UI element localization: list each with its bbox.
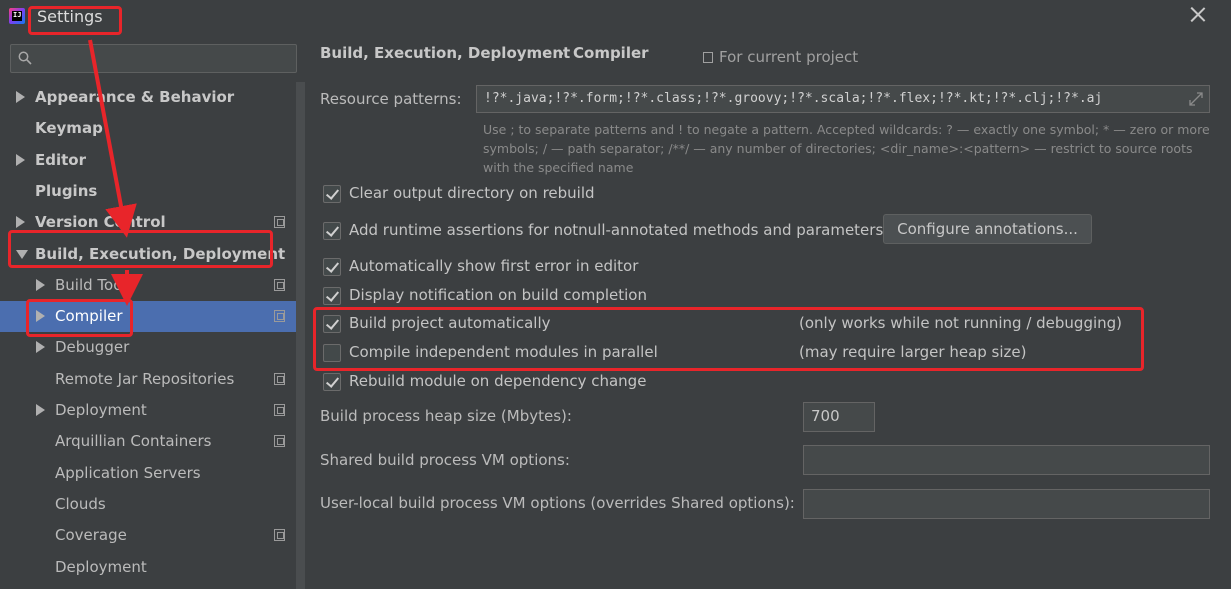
sidebar-item-build-execution-deployment[interactable]: Build, Execution, Deployment <box>0 239 296 270</box>
collapsed-arrow-icon[interactable] <box>36 278 45 291</box>
sidebar-item-label: Debugger <box>55 338 130 357</box>
hint-line: symbols; / — path separator; /**/ — any … <box>483 141 1193 156</box>
app-icon-text: IJ <box>13 11 22 19</box>
sidebar-item-plugins[interactable]: Plugins <box>0 176 296 207</box>
compiler-settings-panel: Build, Execution, Deployment › Compiler … <box>306 34 1231 589</box>
sidebar-item-label: Build Tools <box>55 275 135 294</box>
sidebar-item-application-servers[interactable]: Application Servers <box>0 458 296 489</box>
sidebar-item-label: Coverage <box>55 526 127 545</box>
collapsed-arrow-icon[interactable] <box>16 91 25 103</box>
checkbox-checked[interactable] <box>323 315 341 333</box>
search-box[interactable] <box>10 44 297 73</box>
project-scope-icon <box>274 310 285 323</box>
window-title: Settings <box>37 7 103 26</box>
sidebar-item-label: Remote Jar Repositories <box>55 369 235 388</box>
sidebar-item-label: Editor <box>35 150 86 169</box>
checkbox-checked[interactable] <box>323 287 341 305</box>
sidebar-item-keymap[interactable]: Keymap <box>0 113 296 144</box>
sidebar-item-label: Clouds <box>55 494 106 513</box>
checkbox-checked[interactable] <box>323 373 341 391</box>
sidebar-item-label: Keymap <box>35 119 103 138</box>
intellij-app-icon: IJ <box>9 8 25 24</box>
sidebar-item-debugger[interactable]: Debugger <box>0 332 296 363</box>
resource-patterns-label: Resource patterns: <box>320 90 462 108</box>
checkbox-checked[interactable] <box>323 258 341 276</box>
sidebar-item-coverage[interactable]: Coverage <box>0 520 296 551</box>
option-label[interactable]: Compile independent modules in parallel <box>349 343 658 361</box>
sidebar-item-arquillian-containers[interactable]: Arquillian Containers <box>0 426 296 457</box>
sidebar-item-build-tools[interactable]: Build Tools <box>0 270 296 301</box>
settings-sidebar: Appearance & Behavior Keymap Editor Plugins… <box>0 34 306 589</box>
collapsed-arrow-icon[interactable] <box>16 153 25 166</box>
sidebar-item-label: Arquillian Containers <box>55 432 212 451</box>
search-input[interactable] <box>45 48 285 69</box>
title-bar: IJ Settings <box>0 0 1231 34</box>
collapsed-arrow-icon[interactable] <box>36 310 45 323</box>
breadcrumb-parent: Build, Execution, Deployment <box>320 44 571 62</box>
collapsed-arrow-icon[interactable] <box>16 216 25 229</box>
project-scope-icon <box>274 435 285 448</box>
sidebar-item-appearance-behavior[interactable]: Appearance & Behavior <box>0 82 296 113</box>
user-vm-options-label: User-local build process VM options (ove… <box>320 494 795 512</box>
sidebar-item-label: Version Control <box>35 213 166 232</box>
resource-patterns-field[interactable]: !?*.java;!?*.form;!?*.class;!?*.groovy;!… <box>476 85 1210 113</box>
shared-vm-options-field[interactable] <box>803 445 1210 475</box>
option-label[interactable]: Clear output directory on rebuild <box>349 184 595 202</box>
user-vm-options-field[interactable] <box>803 489 1210 519</box>
configure-annotations-button[interactable]: Configure annotations... <box>883 214 1092 244</box>
heap-size-field[interactable]: 700 <box>803 402 875 432</box>
option-label[interactable]: Add runtime assertions for notnull-annot… <box>349 221 883 239</box>
breadcrumb-current: Compiler <box>573 44 649 62</box>
hint-line: with the specified name <box>483 160 634 175</box>
sidebar-item-deployment[interactable]: Deployment <box>0 395 296 426</box>
hint-line: Use ; to separate patterns and ! to nega… <box>483 122 1210 137</box>
option-label[interactable]: Display notification on build completion <box>349 286 647 304</box>
scope-label: For current project <box>719 48 859 66</box>
sidebar-item-label: Application Servers <box>55 463 201 482</box>
sidebar-item-editor[interactable]: Editor <box>0 145 296 176</box>
tree-scrollbar[interactable] <box>296 82 305 589</box>
sidebar-item-label: Appearance & Behavior <box>35 88 235 106</box>
project-scope-icon <box>274 216 285 229</box>
sidebar-item-deployment[interactable]: Deployment <box>0 552 296 583</box>
expanded-arrow-icon[interactable] <box>16 249 28 259</box>
sidebar-item-label: Compiler <box>55 307 123 326</box>
sidebar-item-compiler[interactable]: Compiler <box>0 301 296 333</box>
option-label[interactable]: Build project automatically <box>349 314 551 332</box>
checkbox-checked[interactable] <box>323 185 341 203</box>
sidebar-item-remote-jar-repositories[interactable]: Remote Jar Repositories <box>0 364 296 395</box>
option-note: (only works while not running / debuggin… <box>799 314 1123 332</box>
heap-size-label: Build process heap size (Mbytes): <box>320 407 572 425</box>
collapsed-arrow-icon[interactable] <box>36 341 45 354</box>
resource-patterns-hint: Use ; to separate patterns and ! to nega… <box>483 120 1218 177</box>
project-scope-icon <box>703 52 713 63</box>
checkbox-checked[interactable] <box>323 222 341 240</box>
sidebar-item-label: Plugins <box>35 181 98 200</box>
project-scope-icon <box>274 372 285 385</box>
sidebar-item-label: Build, Execution, Deployment <box>35 244 286 263</box>
project-scope-icon <box>274 404 285 416</box>
option-label[interactable]: Automatically show first error in editor <box>349 257 638 275</box>
sidebar-item-label: Deployment <box>55 557 147 576</box>
checkbox-unchecked[interactable] <box>323 344 341 362</box>
collapsed-arrow-icon[interactable] <box>36 404 45 416</box>
project-scope-icon <box>274 278 285 291</box>
option-note: (may require larger heap size) <box>799 343 1027 361</box>
project-scope-icon <box>274 529 285 542</box>
option-label[interactable]: Rebuild module on dependency change <box>349 372 646 390</box>
shared-vm-options-label: Shared build process VM options: <box>320 451 570 469</box>
expand-icon[interactable] <box>1188 91 1204 107</box>
breadcrumb-separator: › <box>558 44 565 62</box>
sidebar-item-version-control[interactable]: Version Control <box>0 207 296 238</box>
sidebar-item-clouds[interactable]: Clouds <box>0 489 296 520</box>
close-icon[interactable] <box>1189 5 1207 23</box>
search-icon <box>18 51 32 65</box>
sidebar-item-label: Deployment <box>55 401 147 419</box>
